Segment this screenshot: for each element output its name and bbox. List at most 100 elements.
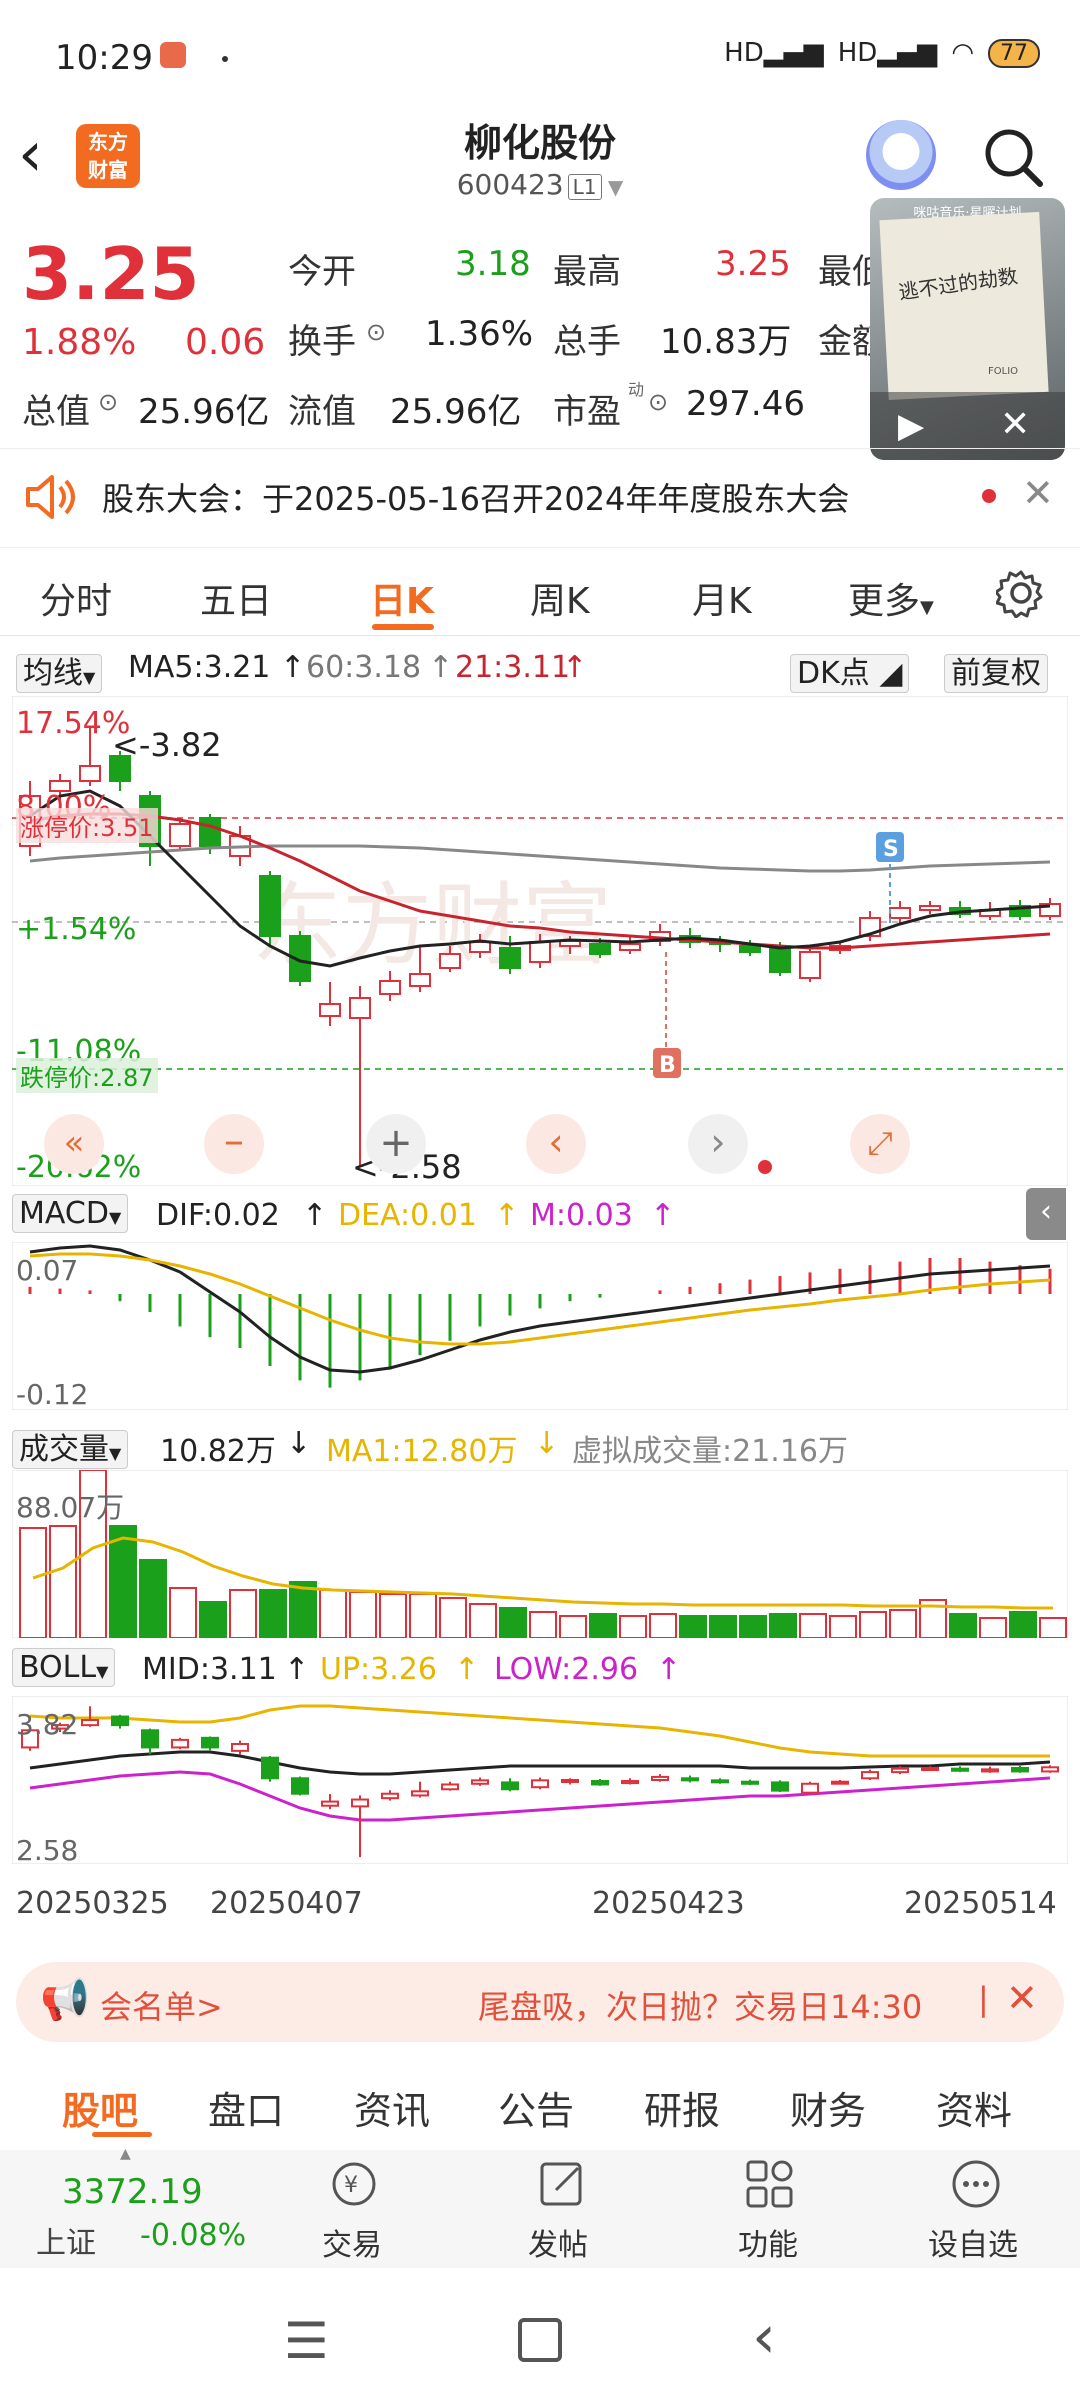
zoom-in-icon[interactable]: + xyxy=(366,1114,426,1174)
arrow-up-icon: ↑ xyxy=(650,1198,676,1233)
open-label: 今开 xyxy=(288,252,356,292)
subtab-announcement[interactable]: 公告 xyxy=(498,2080,574,2135)
macd-m: M:0.03 xyxy=(530,1198,633,1233)
arrow-up-icon: ↑ xyxy=(302,1198,328,1233)
close-icon[interactable]: ✕ xyxy=(1006,1976,1038,2020)
buy-marker-text: B xyxy=(659,1053,676,1078)
boll-candle-body xyxy=(891,1767,909,1774)
subtab-guba[interactable]: 股吧 xyxy=(62,2080,138,2135)
index-value[interactable]: 3372.19 xyxy=(62,2172,203,2212)
back-nav-icon[interactable]: ‹ xyxy=(752,2302,776,2372)
candle-body xyxy=(319,1003,341,1017)
boll-candle-body xyxy=(771,1781,789,1792)
rewind-icon[interactable]: « xyxy=(44,1114,104,1174)
arrow-up-icon: ↑ xyxy=(284,1652,310,1687)
volume-bar xyxy=(109,1525,137,1638)
volume-value: 10.82万 xyxy=(160,1434,276,1469)
play-icon[interactable]: ▶ xyxy=(898,406,924,446)
subtab-profile[interactable]: 资料 xyxy=(936,2080,1012,2135)
close-icon[interactable]: ✕ xyxy=(1000,404,1030,445)
candle-body xyxy=(439,953,461,969)
info-icon[interactable]: ⊙ xyxy=(98,388,118,416)
tab-weekly-k[interactable]: 周K xyxy=(530,572,590,624)
open-value: 3.18 xyxy=(455,244,531,284)
candle-body xyxy=(589,943,611,955)
tab-monthly-k[interactable]: 月K xyxy=(692,572,752,624)
kline-chart[interactable]: 东方财富 S B xyxy=(12,696,1068,1186)
video-frame xyxy=(879,211,1049,401)
search-icon[interactable] xyxy=(982,126,1044,188)
volume-bar xyxy=(559,1615,587,1638)
toolbar-function[interactable]: 功能 xyxy=(738,2220,798,2264)
tab-more[interactable]: 更多▼ xyxy=(848,572,934,624)
arrow-up-icon: ↑ xyxy=(280,650,306,685)
volume-bar xyxy=(949,1613,977,1638)
collapse-panel-icon[interactable]: ‹ xyxy=(1026,1188,1066,1240)
prev-icon[interactable]: ‹ xyxy=(526,1114,586,1174)
settings-gear-icon[interactable] xyxy=(996,568,1046,618)
status-time: 10:29 xyxy=(55,38,153,78)
subtab-research[interactable]: 研报 xyxy=(644,2080,720,2135)
volume-selector[interactable]: 成交量▼ xyxy=(12,1424,129,1469)
macd-selector[interactable]: MACD▼ xyxy=(12,1194,129,1233)
toolbar-add-watchlist[interactable]: 设自选 xyxy=(928,2220,1018,2264)
change-amount: 0.06 xyxy=(185,322,266,363)
close-icon[interactable]: ✕ xyxy=(1022,471,1054,515)
boll-candle-body xyxy=(231,1743,249,1752)
fullscreen-icon[interactable]: ⤢ xyxy=(850,1114,910,1174)
home-icon[interactable] xyxy=(518,2318,562,2362)
caret-down-icon: ▼ xyxy=(108,1208,122,1227)
adjust-selector[interactable]: 前复权 xyxy=(944,648,1048,693)
boll-candle-body xyxy=(861,1771,879,1780)
turnover-label[interactable]: 换手 xyxy=(288,314,356,363)
assistant-avatar[interactable] xyxy=(866,120,936,190)
boll-selector[interactable]: BOLL▼ xyxy=(12,1648,116,1687)
volume-bar xyxy=(229,1589,257,1638)
subtab-pankou[interactable]: 盘口 xyxy=(208,2080,284,2135)
float-cap-value: 25.96亿 xyxy=(390,392,522,432)
info-icon[interactable]: ⊙ xyxy=(648,388,668,416)
arrow-up-icon: ↑ xyxy=(428,650,454,685)
caret-down-icon: ▼ xyxy=(96,1662,109,1681)
ma5-value: MA5:3.21 xyxy=(128,650,271,685)
toolbar-trade[interactable]: 交易 xyxy=(322,2220,382,2264)
volume-bar xyxy=(709,1615,737,1638)
info-icon[interactable]: ⊙ xyxy=(366,318,386,346)
macd-bottom-label: -0.12 xyxy=(16,1378,89,1411)
total-cap-label[interactable]: 总值 xyxy=(22,384,90,433)
menu-icon[interactable]: ☰ xyxy=(284,2312,329,2370)
ma21-value: 21:3.11 xyxy=(455,650,571,685)
arrow-up-icon: ↑ xyxy=(494,1198,520,1233)
subtab-news[interactable]: 资讯 xyxy=(354,2080,430,2135)
next-icon[interactable]: › xyxy=(688,1114,748,1174)
tab-five-day[interactable]: 五日 xyxy=(200,572,272,624)
level-tag: L1 xyxy=(567,174,602,200)
boll-candle-body xyxy=(1041,1766,1059,1773)
tab-more-label: 更多 xyxy=(848,581,921,622)
volume-bar xyxy=(799,1613,827,1638)
trade-icon[interactable]: ¥ xyxy=(326,2156,382,2212)
floating-video-player[interactable]: 咪咕音乐·星曜计划 逃不过的劫数 FOLIO ▶ ✕ xyxy=(870,198,1065,460)
promo-left-text[interactable]: 会名单> xyxy=(100,1982,223,2028)
volume-bar xyxy=(739,1615,767,1638)
promo-banner[interactable]: 📢 会名单> 尾盘吸，次日抛？交易日14:30 | ✕ xyxy=(16,1962,1064,2042)
ma-selector-label: 均线 xyxy=(23,656,83,691)
more-dots-icon[interactable] xyxy=(948,2156,1004,2212)
caret-down-icon: ▼ xyxy=(83,668,96,687)
dk-point-selector[interactable]: DK点 ◢ xyxy=(790,648,910,693)
promo-right-text[interactable]: 尾盘吸，次日抛？交易日14:30 xyxy=(478,1982,922,2028)
system-nav: ☰ ‹ xyxy=(0,2280,1080,2400)
function-grid-icon[interactable] xyxy=(742,2156,798,2212)
signal-icon-1: HD▂▄▆ xyxy=(724,38,824,68)
tab-daily-k[interactable]: 日K xyxy=(370,572,434,624)
wifi-icon: ◠ xyxy=(951,38,974,68)
pe-label[interactable]: 市盈 xyxy=(553,384,621,433)
post-icon[interactable] xyxy=(534,2156,590,2212)
subtab-finance[interactable]: 财务 xyxy=(790,2080,866,2135)
zoom-out-icon[interactable]: – xyxy=(204,1114,264,1174)
toolbar-post[interactable]: 发帖 xyxy=(528,2220,588,2264)
caret-up-icon: ▲ xyxy=(120,2146,131,2162)
ma-selector[interactable]: 均线▼ xyxy=(16,648,103,693)
volume-bar xyxy=(589,1613,617,1638)
tab-intraday[interactable]: 分时 xyxy=(40,572,112,624)
